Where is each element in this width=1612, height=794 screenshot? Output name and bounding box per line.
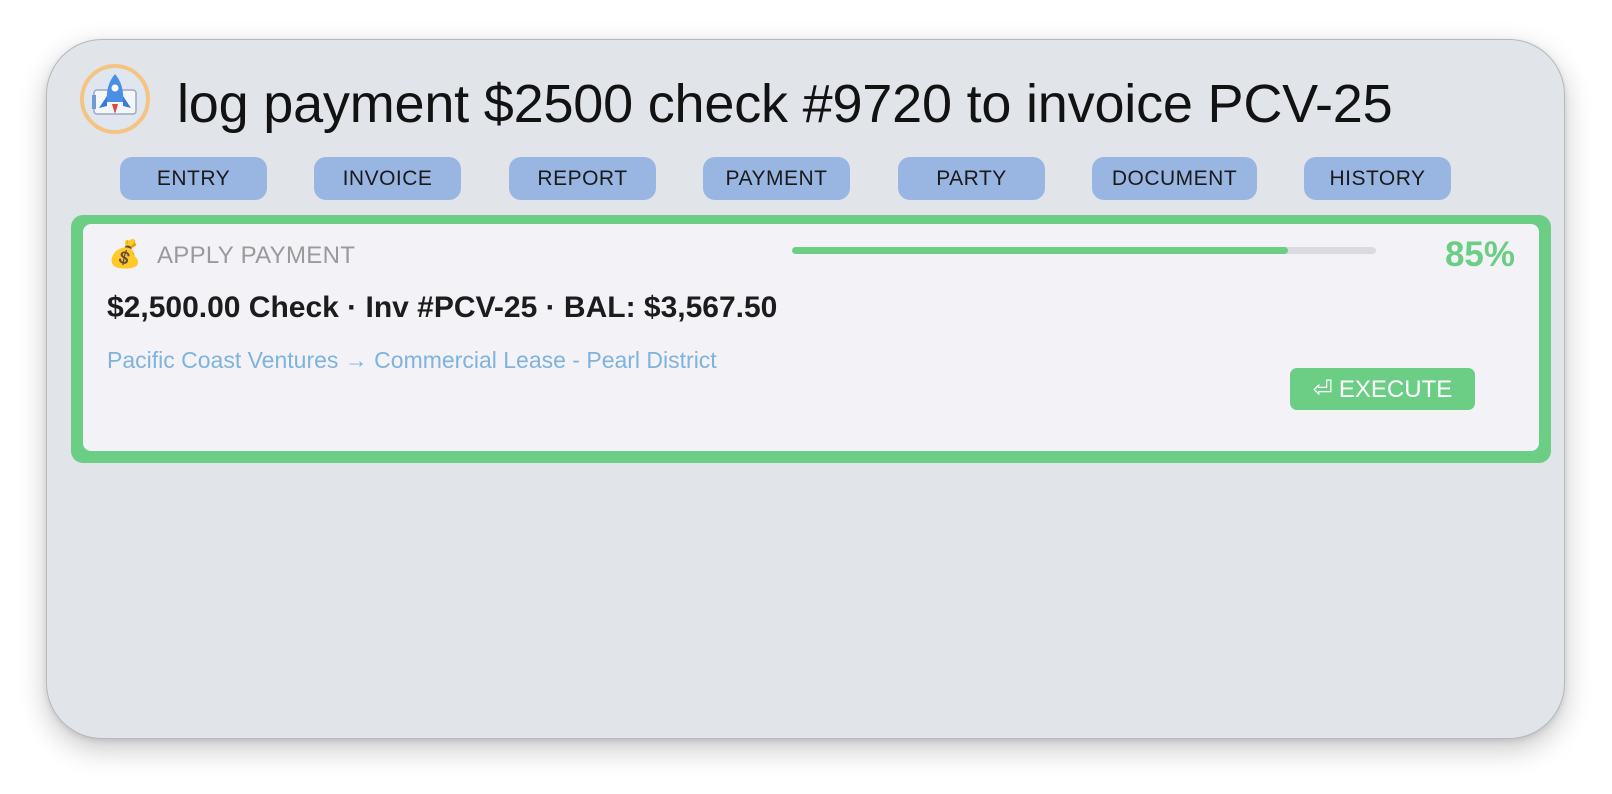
result-category: APPLY PAYMENT [157,242,356,269]
client-matter-path[interactable]: Pacific Coast Ventures → Commercial Leas… [107,345,717,375]
tab-invoice[interactable]: INVOICE [314,157,461,200]
confidence-percent: 85% [1444,235,1515,274]
execute-label: EXECUTE [1338,376,1453,403]
payment-summary: $2,500.00 Check · Inv #PCV-25 · BAL: $3,… [107,291,778,324]
tab-entry[interactable]: ENTRY [120,157,267,200]
return-arrow-icon: ⏎ [1312,375,1333,403]
tab-party[interactable]: PARTY [898,157,1045,200]
confidence-bar-fill [792,247,1289,254]
money-bag-icon: 💰 [108,239,142,269]
rocket-app-icon [80,64,150,134]
search-query[interactable]: log payment $2500 check #9720 to invoice… [177,68,1393,140]
tab-document[interactable]: DOCUMENT [1092,157,1257,200]
confidence-bar [792,247,1376,254]
execute-button[interactable]: ⏎ EXECUTE [1290,368,1475,410]
result-card[interactable]: 💰 APPLY PAYMENT 85% $2,500.00 Check · In… [83,224,1539,451]
tab-payment[interactable]: PAYMENT [703,157,850,200]
category-tabs: ENTRY INVOICE REPORT PAYMENT PARTY DOCUM… [47,157,1564,201]
launcher-window: log payment $2500 check #9720 to invoice… [46,39,1565,739]
result-card-highlight[interactable]: 💰 APPLY PAYMENT 85% $2,500.00 Check · In… [71,215,1551,463]
tab-history[interactable]: HISTORY [1304,157,1451,200]
tab-report[interactable]: REPORT [509,157,656,200]
